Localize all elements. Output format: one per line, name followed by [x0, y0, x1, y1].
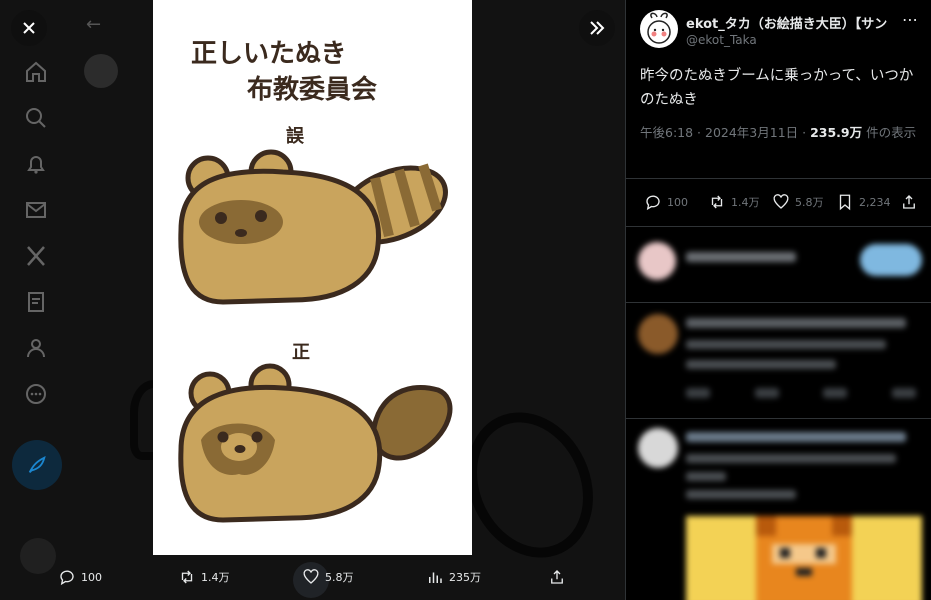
- reply-count: 100: [667, 195, 688, 209]
- retweet-button[interactable]: 1.4万: [708, 193, 760, 211]
- views-chart-icon: [429, 572, 442, 583]
- tweet-action-bar: 100 1.4万 5.8万 2,234: [626, 182, 931, 222]
- retweet-count: 1.4万: [731, 196, 760, 209]
- media-action-bar: 100 1.4万 5.8万 235万: [0, 556, 625, 600]
- tweet-meta: 午後6:18 · 2024年3月11日 · 235.9万 件の表示: [640, 122, 920, 143]
- tweet-views-count: 235.9万: [810, 125, 863, 140]
- reply-line: [686, 318, 906, 328]
- like-button[interactable]: 5.8万: [772, 193, 824, 211]
- author-handle[interactable]: @ekot_Taka: [686, 33, 757, 47]
- bookmark-count: 2,234: [859, 195, 891, 209]
- reply-line: [686, 340, 886, 349]
- share-icon: [903, 195, 915, 209]
- reply-avatar: [638, 314, 678, 354]
- divider: [626, 302, 931, 303]
- tweet-text: 昨今のたぬきブームに乗っかって、いつかのたぬき: [640, 68, 914, 108]
- right-tanuki: [178, 363, 453, 523]
- author-name[interactable]: ekot_タカ（お絵描き大臣）【サン: [686, 13, 898, 32]
- author-avatar[interactable]: [640, 10, 678, 48]
- tweet-detail-panel: ekot_タカ（お絵描き大臣）【サン @ekot_Taka ⋯ 昨今のたぬきブー…: [625, 0, 931, 600]
- reply-line: [686, 360, 836, 369]
- wrong-tanuki: [178, 149, 448, 305]
- reply-line: [686, 490, 796, 499]
- double-chevron-right-icon: [590, 21, 605, 35]
- media-retweet-button[interactable]: 1.4万: [178, 568, 230, 586]
- close-icon: [23, 22, 35, 34]
- reply-line: [686, 472, 726, 481]
- reply-icon: [60, 570, 74, 586]
- media-retweet-count: 1.4万: [201, 571, 230, 584]
- heart-icon: [303, 569, 319, 584]
- reply-button[interactable]: 100: [644, 193, 688, 211]
- reply-input[interactable]: [686, 252, 796, 262]
- bookmark-button[interactable]: 2,234: [836, 193, 891, 211]
- reply-image[interactable]: [686, 516, 922, 600]
- reply-line: [686, 454, 896, 463]
- divider: [626, 418, 931, 419]
- bookmark-icon: [839, 194, 851, 211]
- reply-avatar: [638, 428, 678, 468]
- tanuki-illustration[interactable]: 正しいたぬき 布教委員会 誤 正: [153, 0, 472, 555]
- reply-item[interactable]: [626, 424, 931, 600]
- reply-icon: [646, 195, 660, 211]
- retweet-icon: [711, 195, 723, 209]
- media-reply-button[interactable]: 100: [58, 568, 102, 586]
- like-count: 5.8万: [795, 196, 824, 209]
- retweet-icon: [181, 570, 193, 584]
- more-options-icon[interactable]: ⋯: [902, 10, 919, 29]
- heart-icon: [773, 194, 789, 209]
- media-like-count: 5.8万: [325, 571, 354, 584]
- reply-actions: [686, 388, 916, 398]
- tweet-time[interactable]: 午後6:18 · 2024年3月11日 ·: [640, 125, 810, 140]
- illustration-title-line2: 布教委員会: [247, 75, 377, 105]
- reply-line: [686, 432, 906, 442]
- media-views-count: 235万: [449, 571, 481, 584]
- reply-item[interactable]: [626, 310, 931, 420]
- composer-avatar: [638, 242, 676, 280]
- label-wrong: 誤: [286, 125, 305, 147]
- expand-panel-button[interactable]: [579, 10, 615, 46]
- reply-composer: [626, 236, 931, 296]
- close-button[interactable]: [11, 10, 47, 46]
- media-share-button[interactable]: [548, 568, 566, 586]
- share-button[interactable]: [900, 193, 918, 211]
- media-views-button[interactable]: 235万: [426, 568, 481, 586]
- label-right: 正: [292, 342, 310, 363]
- illustration-title-line1: 正しいたぬき: [191, 39, 346, 69]
- reply-submit-button[interactable]: [860, 244, 922, 276]
- tweet-views-label: 件の表示: [862, 125, 917, 140]
- share-icon: [551, 570, 563, 584]
- divider: [626, 178, 931, 179]
- divider: [626, 226, 931, 227]
- media-like-button[interactable]: 5.8万: [302, 568, 354, 586]
- media-viewer: 正しいたぬき 布教委員会 誤 正 100 1.4万 5.8万 235万: [0, 0, 625, 598]
- media-reply-count: 100: [81, 570, 102, 584]
